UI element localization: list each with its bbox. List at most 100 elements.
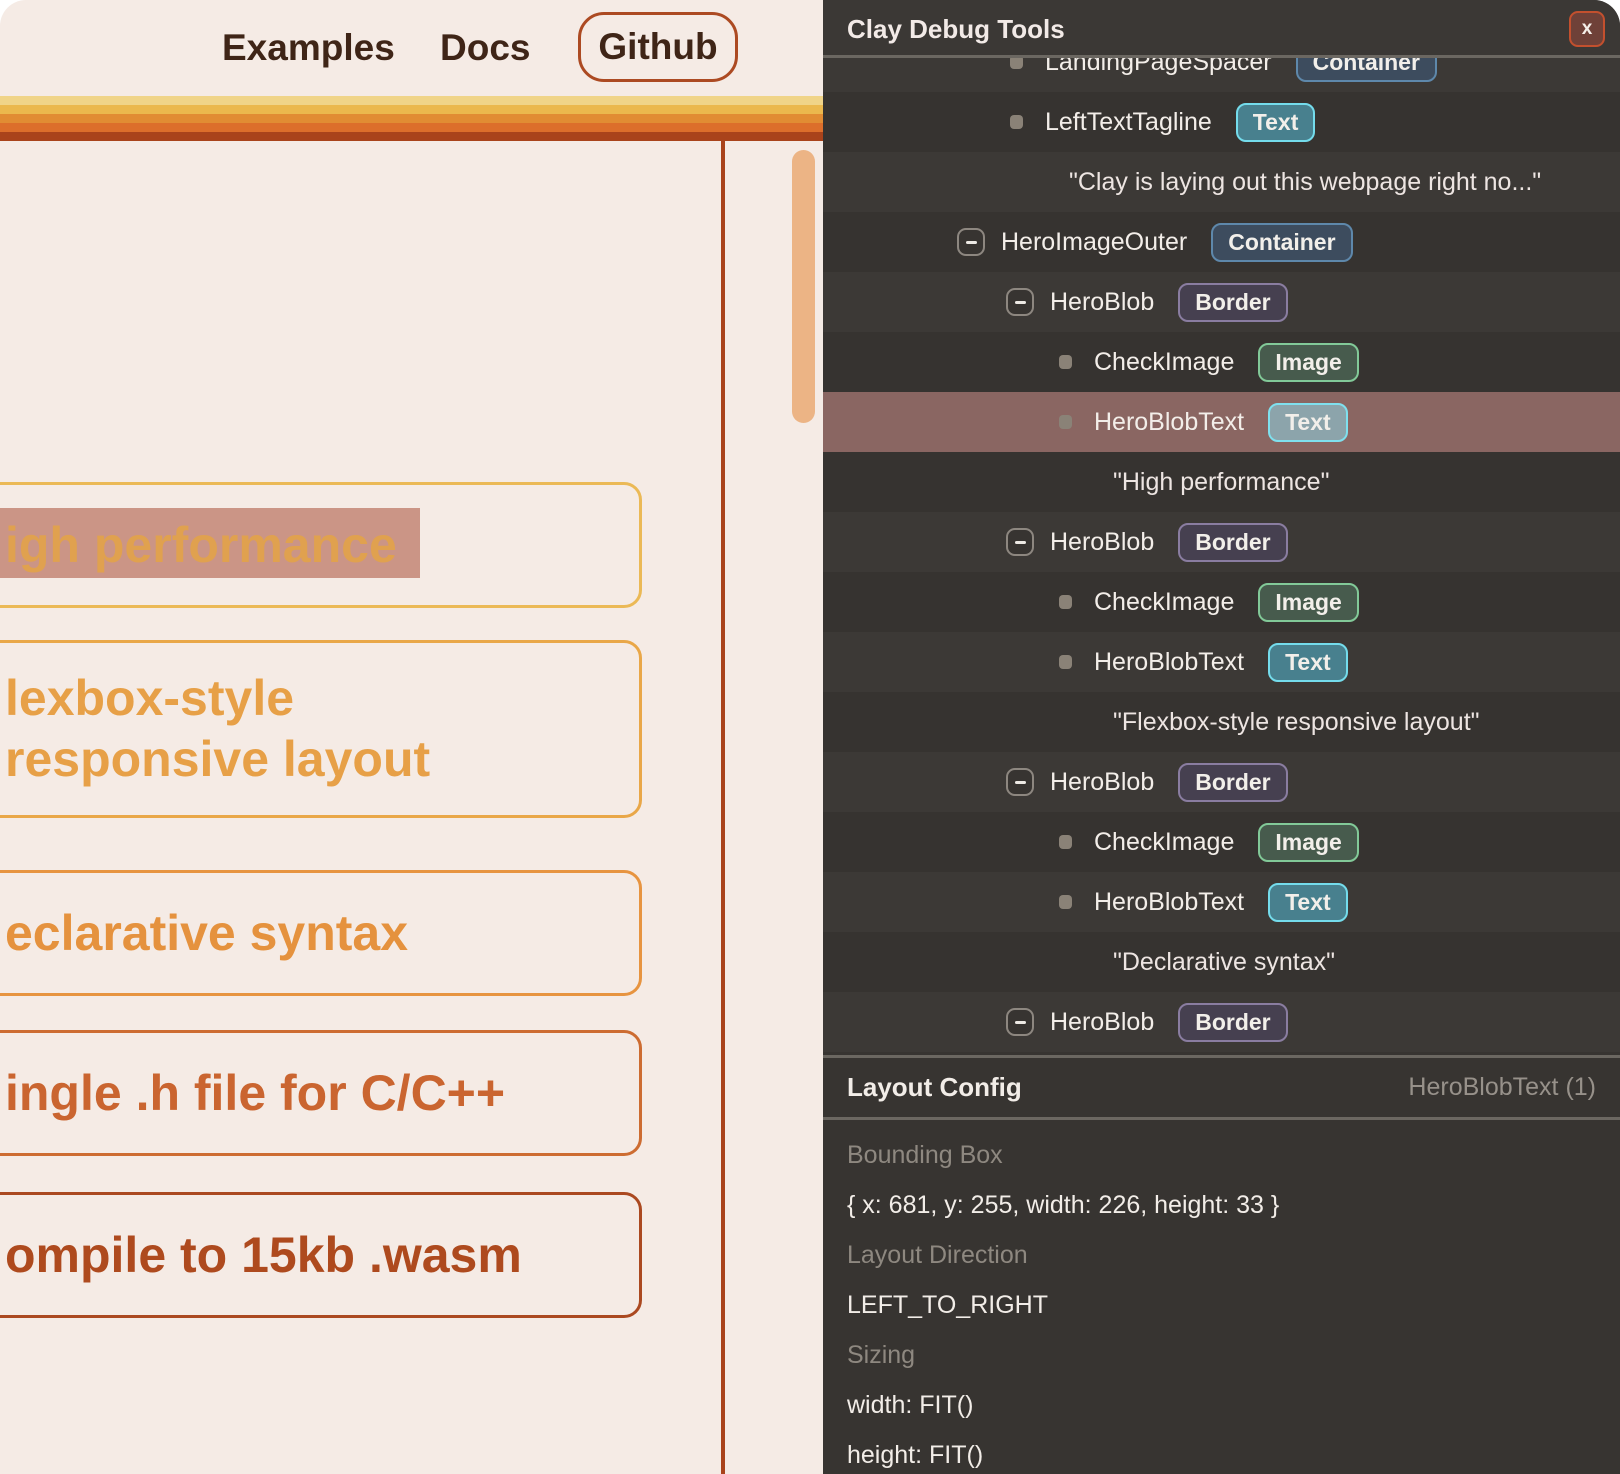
layout-config-title: Layout Config bbox=[847, 1072, 1022, 1103]
nav-link-docs[interactable]: Docs bbox=[440, 27, 530, 69]
collapse-button[interactable] bbox=[957, 228, 985, 256]
text-content-preview: "Flexbox-style responsive layout" bbox=[1113, 708, 1480, 737]
type-badge-border: Border bbox=[1178, 283, 1287, 322]
feature-card: lexbox-style responsive layout bbox=[0, 640, 642, 818]
tree-row[interactable]: CheckImage Image bbox=[823, 812, 1620, 872]
tree-row-selected[interactable]: HeroBlobText Text bbox=[823, 392, 1620, 452]
type-badge-image: Image bbox=[1258, 343, 1358, 382]
tree-node-name: HeroImageOuter bbox=[1001, 228, 1187, 257]
minus-icon bbox=[1015, 541, 1026, 544]
type-badge-image: Image bbox=[1258, 823, 1358, 862]
stripe-band bbox=[0, 123, 823, 132]
text-content-preview: "Clay is laying out this webpage right n… bbox=[1069, 168, 1541, 197]
leaf-bullet-icon bbox=[1059, 595, 1072, 609]
tree-row[interactable]: CheckImage Image bbox=[823, 332, 1620, 392]
close-button[interactable]: x bbox=[1569, 11, 1605, 47]
clay-debug-panel: LandingPageSpacer Container LeftTextTagl… bbox=[823, 0, 1620, 1474]
type-badge-text: Text bbox=[1236, 103, 1316, 142]
stripe-band bbox=[0, 105, 823, 114]
debug-panel-title: Clay Debug Tools bbox=[847, 0, 1065, 58]
minus-icon bbox=[1015, 1021, 1026, 1024]
tree-node-name: HeroBlobText bbox=[1094, 648, 1244, 677]
type-badge-border: Border bbox=[1178, 763, 1287, 802]
feature-card: igh performance bbox=[0, 482, 642, 608]
text-content-preview: "Declarative syntax" bbox=[1113, 948, 1335, 977]
config-field-value: { x: 681, y: 255, width: 226, height: 33… bbox=[847, 1180, 1596, 1230]
leaf-bullet-icon bbox=[1059, 355, 1072, 369]
config-field-value: width: FIT() bbox=[847, 1380, 1596, 1430]
element-tree-rows: LandingPageSpacer Container LeftTextTagl… bbox=[823, 32, 1620, 1052]
layout-config-header: Layout Config HeroBlobText (1) bbox=[823, 1058, 1620, 1120]
tree-row[interactable]: HeroBlob Border bbox=[823, 512, 1620, 572]
tree-node-name: HeroBlobText bbox=[1094, 888, 1244, 917]
tree-node-name: HeroBlob bbox=[1050, 768, 1154, 797]
leaf-bullet-icon bbox=[1059, 895, 1072, 909]
nav-link-examples[interactable]: Examples bbox=[222, 27, 395, 69]
leaf-bullet-icon bbox=[1010, 115, 1023, 129]
tree-node-name: CheckImage bbox=[1094, 348, 1234, 377]
tree-row[interactable]: HeroBlob Border bbox=[823, 752, 1620, 812]
feature-card: ingle .h file for C/C++ bbox=[0, 1030, 642, 1156]
selected-element-label: HeroBlobText (1) bbox=[1408, 1073, 1596, 1102]
feature-card-text: eclarative syntax bbox=[5, 903, 408, 964]
collapse-button[interactable] bbox=[1006, 528, 1034, 556]
feature-card: ompile to 15kb .wasm bbox=[0, 1192, 642, 1318]
type-badge-text: Text bbox=[1268, 403, 1348, 442]
minus-icon bbox=[966, 241, 977, 244]
config-field-label: Bounding Box bbox=[847, 1130, 1596, 1180]
collapse-button[interactable] bbox=[1006, 288, 1034, 316]
vertical-divider bbox=[721, 141, 725, 1474]
tree-node-name: HeroBlob bbox=[1050, 528, 1154, 557]
app-window: Examples Docs Github igh performance lex… bbox=[0, 0, 1620, 1474]
layout-config-body: Bounding Box { x: 681, y: 255, width: 22… bbox=[823, 1120, 1620, 1474]
type-badge-text: Text bbox=[1268, 643, 1348, 682]
tree-node-name: LeftTextTagline bbox=[1045, 108, 1212, 137]
tree-quote-row: "Declarative syntax" bbox=[823, 932, 1620, 992]
tree-node-name: HeroBlobText bbox=[1094, 408, 1244, 437]
tree-quote-row: "Flexbox-style responsive layout" bbox=[823, 692, 1620, 752]
layout-config-section: Layout Config HeroBlobText (1) Bounding … bbox=[823, 1055, 1620, 1474]
tree-row[interactable]: HeroBlobText Text bbox=[823, 632, 1620, 692]
tree-quote-row: "High performance" bbox=[823, 452, 1620, 512]
minus-icon bbox=[1015, 301, 1026, 304]
feature-card: eclarative syntax bbox=[0, 870, 642, 996]
landing-page: Examples Docs Github igh performance lex… bbox=[0, 0, 823, 1474]
config-field-label: Layout Direction bbox=[847, 1230, 1596, 1280]
tree-node-name: HeroBlob bbox=[1050, 1008, 1154, 1037]
tree-node-name: HeroBlob bbox=[1050, 288, 1154, 317]
tree-row[interactable]: HeroBlob Border bbox=[823, 992, 1620, 1052]
tree-node-name: CheckImage bbox=[1094, 588, 1234, 617]
tree-row[interactable]: LeftTextTagline Text bbox=[823, 92, 1620, 152]
decorative-stripes bbox=[0, 96, 823, 141]
minus-icon bbox=[1015, 781, 1026, 784]
tree-row[interactable]: HeroBlobText Text bbox=[823, 872, 1620, 932]
collapse-button[interactable] bbox=[1006, 1008, 1034, 1036]
feature-card-text: ompile to 15kb .wasm bbox=[5, 1225, 522, 1286]
type-badge-text: Text bbox=[1268, 883, 1348, 922]
type-badge-border: Border bbox=[1178, 523, 1287, 562]
leaf-bullet-icon bbox=[1059, 655, 1072, 669]
leaf-bullet-icon bbox=[1059, 415, 1072, 429]
collapse-button[interactable] bbox=[1006, 768, 1034, 796]
page-scrollbar-thumb[interactable] bbox=[792, 150, 815, 423]
stripe-band bbox=[0, 114, 823, 123]
type-badge-container: Container bbox=[1211, 223, 1352, 262]
text-content-preview: "High performance" bbox=[1113, 468, 1329, 497]
screenshot-stage: Examples Docs Github igh performance lex… bbox=[0, 0, 1620, 1474]
tree-row[interactable]: CheckImage Image bbox=[823, 572, 1620, 632]
tree-row[interactable]: HeroBlob Border bbox=[823, 272, 1620, 332]
feature-card-text: ingle .h file for C/C++ bbox=[5, 1063, 505, 1124]
config-field-label: Sizing bbox=[847, 1330, 1596, 1380]
stripe-band bbox=[0, 132, 823, 141]
type-badge-border: Border bbox=[1178, 1003, 1287, 1042]
tree-row[interactable]: HeroImageOuter Container bbox=[823, 212, 1620, 272]
config-field-value: height: FIT() bbox=[847, 1430, 1596, 1474]
tree-quote-row: "Clay is laying out this webpage right n… bbox=[823, 152, 1620, 212]
feature-card-text: igh performance bbox=[5, 515, 397, 576]
github-button[interactable]: Github bbox=[578, 12, 738, 82]
debug-panel-header: Clay Debug Tools x bbox=[823, 0, 1620, 58]
leaf-bullet-icon bbox=[1059, 835, 1072, 849]
config-field-value: LEFT_TO_RIGHT bbox=[847, 1280, 1596, 1330]
tree-node-name: CheckImage bbox=[1094, 828, 1234, 857]
stripe-band bbox=[0, 96, 823, 105]
